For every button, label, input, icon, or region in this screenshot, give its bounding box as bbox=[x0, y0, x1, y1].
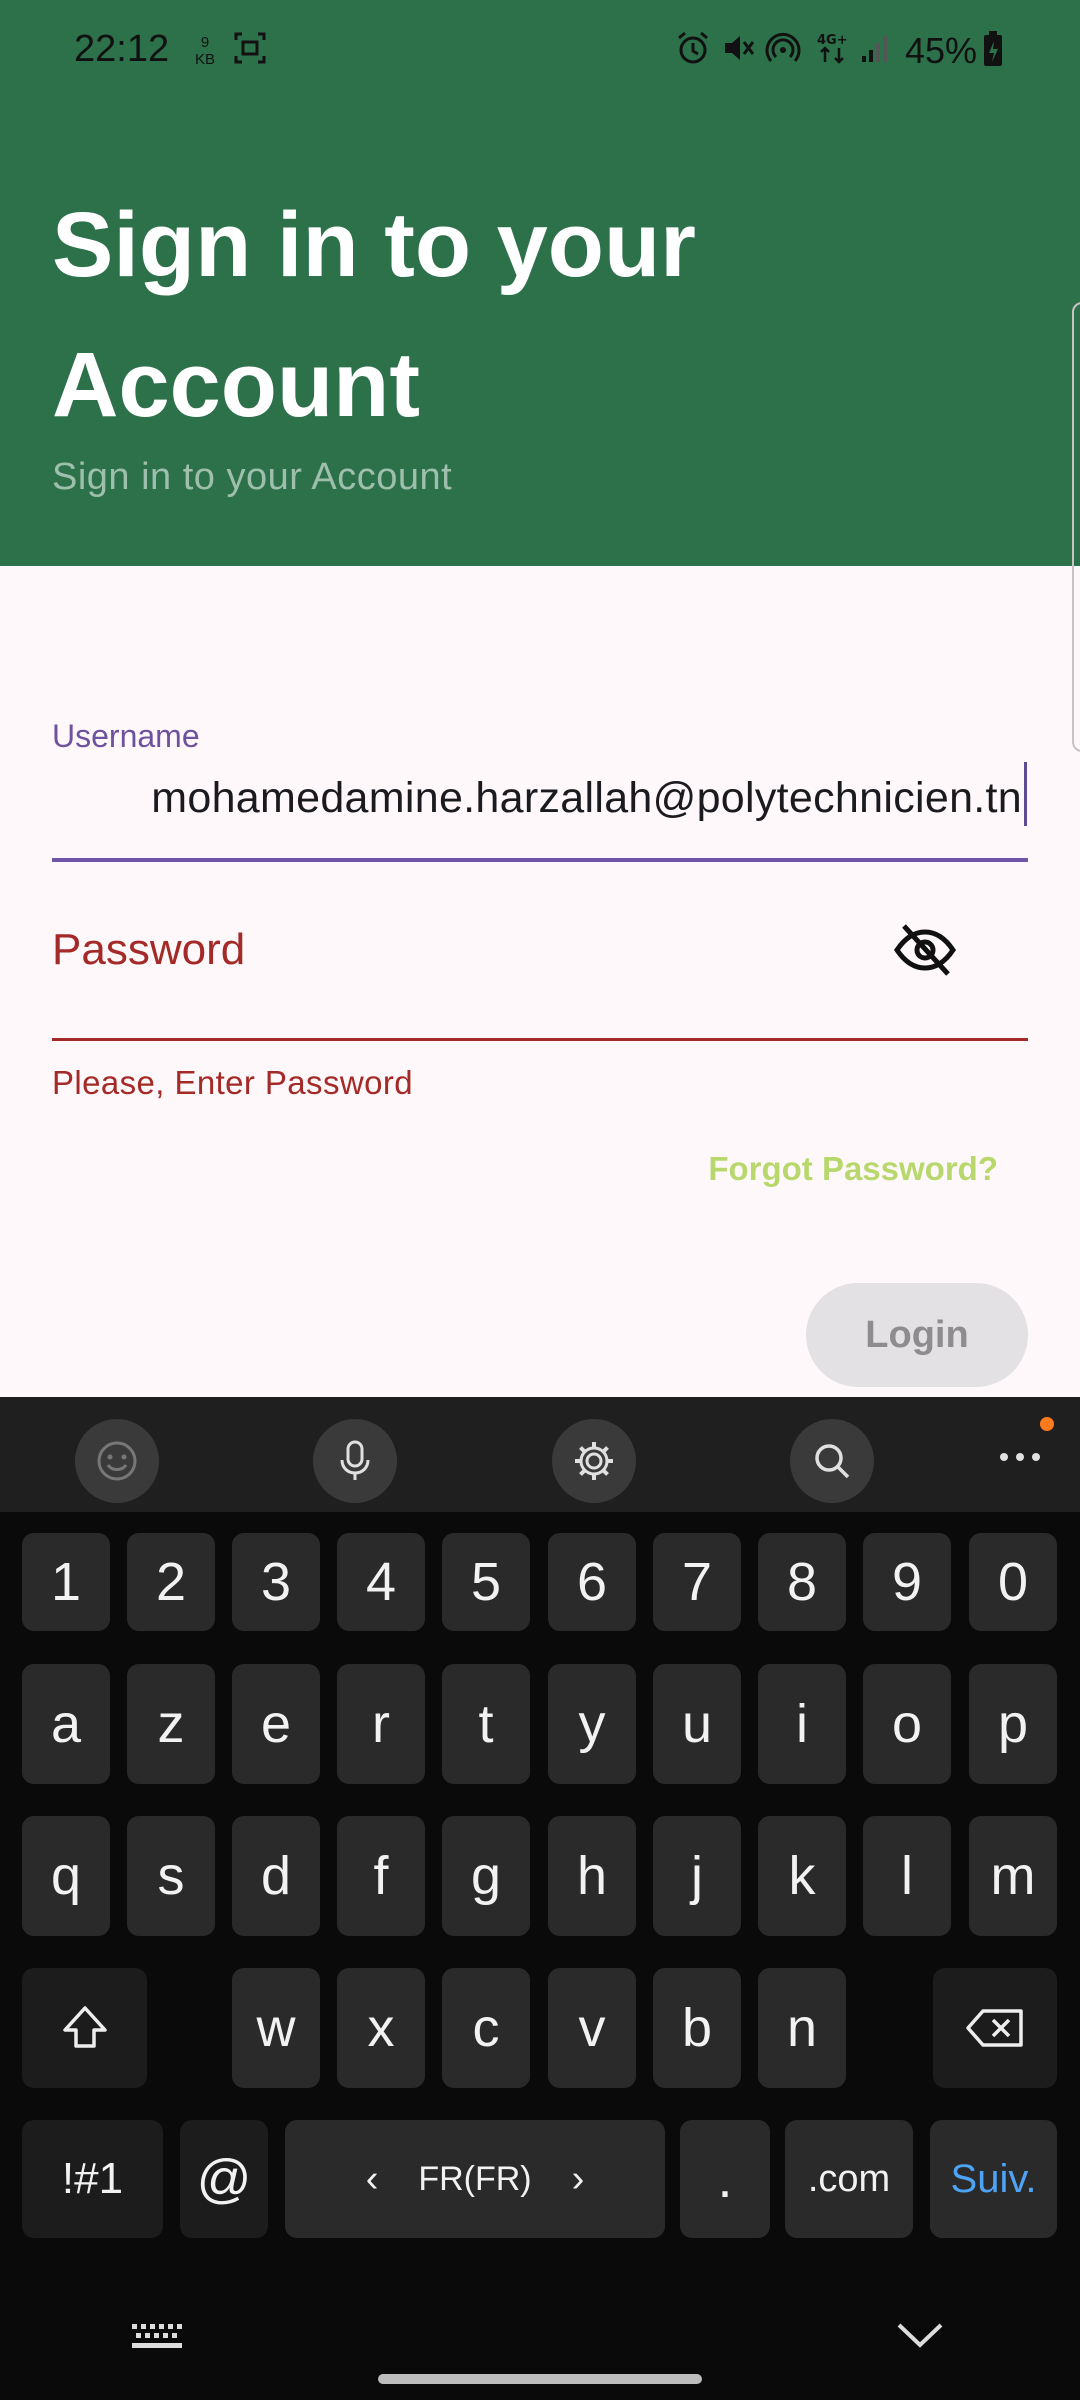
signal-icon bbox=[862, 36, 887, 62]
notification-dot bbox=[1040, 1417, 1054, 1431]
key-k[interactable]: k bbox=[758, 1816, 846, 1936]
forgot-password-link[interactable]: Forgot Password? bbox=[708, 1150, 998, 1188]
key-a[interactable]: a bbox=[22, 1664, 110, 1784]
hide-keyboard-icon[interactable] bbox=[895, 2320, 945, 2350]
key-l[interactable]: l bbox=[863, 1816, 951, 1936]
key-g[interactable]: g bbox=[442, 1816, 530, 1936]
key-2[interactable]: 2 bbox=[127, 1533, 215, 1631]
hotspot-icon bbox=[765, 32, 801, 62]
more-dots-icon bbox=[1000, 1453, 1040, 1461]
key-p[interactable]: p bbox=[969, 1664, 1057, 1784]
key-6[interactable]: 6 bbox=[548, 1533, 636, 1631]
voice-input-button[interactable] bbox=[313, 1419, 397, 1503]
key-4[interactable]: 4 bbox=[337, 1533, 425, 1631]
page-subtitle: Sign in to your Account bbox=[52, 456, 453, 498]
network-4g-icon: 4G+ bbox=[817, 33, 848, 64]
header-banner: 22:12 9 KB 4G+ 45% Sign in to your Accou… bbox=[0, 0, 1080, 566]
eye-off-icon[interactable] bbox=[892, 920, 958, 980]
battery-icon bbox=[984, 31, 1002, 66]
status-time: 22:12 bbox=[74, 28, 170, 70]
key-0[interactable]: 0 bbox=[969, 1533, 1057, 1631]
password-input[interactable]: Password bbox=[52, 925, 245, 975]
password-underline bbox=[52, 1038, 1028, 1041]
language-next-icon: › bbox=[571, 2157, 585, 2200]
keyboard-toolbar bbox=[0, 1397, 1080, 1512]
text-caret bbox=[1024, 762, 1027, 826]
search-icon bbox=[815, 1444, 850, 1479]
username-input[interactable]: mohamedamine.harzallah@polytechnicien.tn bbox=[52, 774, 1028, 834]
key-u[interactable]: u bbox=[653, 1664, 741, 1784]
key-y[interactable]: y bbox=[548, 1664, 636, 1784]
key-7[interactable]: 7 bbox=[653, 1533, 741, 1631]
key-m[interactable]: m bbox=[969, 1816, 1057, 1936]
keyboard-settings-button[interactable] bbox=[552, 1419, 636, 1503]
page-title: Sign in to your Account bbox=[52, 194, 696, 436]
language-label: FR(FR) bbox=[418, 2159, 532, 2198]
key-c[interactable]: c bbox=[442, 1968, 530, 2088]
key-i[interactable]: i bbox=[758, 1664, 846, 1784]
key-3[interactable]: 3 bbox=[232, 1533, 320, 1631]
home-indicator[interactable] bbox=[378, 2374, 702, 2384]
alarm-icon bbox=[678, 31, 708, 64]
key-n[interactable]: n bbox=[758, 1968, 846, 2088]
screenshot-icon bbox=[234, 32, 266, 64]
key-8[interactable]: 8 bbox=[758, 1533, 846, 1631]
backspace-key[interactable] bbox=[933, 1968, 1057, 2088]
more-options-button[interactable] bbox=[990, 1427, 1050, 1487]
backspace-icon bbox=[966, 2009, 1023, 2047]
period-key[interactable]: . bbox=[680, 2120, 770, 2238]
key-1[interactable]: 1 bbox=[22, 1533, 110, 1631]
space-language-key[interactable]: ‹ FR(FR) › bbox=[285, 2120, 665, 2238]
keyboard-search-button[interactable] bbox=[790, 1419, 874, 1503]
key-e[interactable]: e bbox=[232, 1664, 320, 1784]
svg-text:4G+: 4G+ bbox=[817, 33, 848, 48]
key-d[interactable]: d bbox=[232, 1816, 320, 1936]
password-error: Please, Enter Password bbox=[52, 1064, 413, 1101]
key-f[interactable]: f bbox=[337, 1816, 425, 1936]
username-value: mohamedamine.harzallah@polytechnicien.tn bbox=[151, 774, 1022, 822]
login-button[interactable]: Login bbox=[806, 1283, 1028, 1387]
username-underline bbox=[52, 858, 1028, 862]
key-o[interactable]: o bbox=[863, 1664, 951, 1784]
key-5[interactable]: 5 bbox=[442, 1533, 530, 1631]
shift-icon bbox=[62, 2006, 107, 2048]
key-x[interactable]: x bbox=[337, 1968, 425, 2088]
microphone-icon bbox=[340, 1440, 370, 1480]
key-s[interactable]: s bbox=[127, 1816, 215, 1936]
edge-panel-handle[interactable] bbox=[1072, 302, 1080, 752]
key-v[interactable]: v bbox=[548, 1968, 636, 2088]
key-b[interactable]: b bbox=[653, 1968, 741, 2088]
next-key[interactable]: Suiv. bbox=[930, 2120, 1057, 2238]
username-label: Username bbox=[52, 718, 200, 754]
at-key[interactable]: @ bbox=[180, 2120, 268, 2238]
mute-icon bbox=[725, 36, 755, 60]
gear-icon bbox=[575, 1442, 613, 1480]
data-speed: 9 KB bbox=[194, 34, 215, 68]
key-9[interactable]: 9 bbox=[863, 1533, 951, 1631]
key-j[interactable]: j bbox=[653, 1816, 741, 1936]
emoji-icon bbox=[97, 1441, 137, 1481]
key-h[interactable]: h bbox=[548, 1816, 636, 1936]
shift-key[interactable] bbox=[22, 1968, 147, 2088]
key-t[interactable]: t bbox=[442, 1664, 530, 1784]
dotcom-key[interactable]: .com bbox=[785, 2120, 913, 2238]
key-r[interactable]: r bbox=[337, 1664, 425, 1784]
status-bar: 22:12 9 KB 4G+ 45% bbox=[0, 0, 1080, 105]
keyboard-switch-icon[interactable] bbox=[130, 2322, 182, 2352]
key-q[interactable]: q bbox=[22, 1816, 110, 1936]
emoji-button[interactable] bbox=[75, 1419, 159, 1503]
symbols-key[interactable]: !#1 bbox=[22, 2120, 163, 2238]
key-w[interactable]: w bbox=[232, 1968, 320, 2088]
key-z[interactable]: z bbox=[127, 1664, 215, 1784]
battery-percent: 45% bbox=[905, 30, 978, 71]
language-prev-icon: ‹ bbox=[365, 2157, 379, 2200]
